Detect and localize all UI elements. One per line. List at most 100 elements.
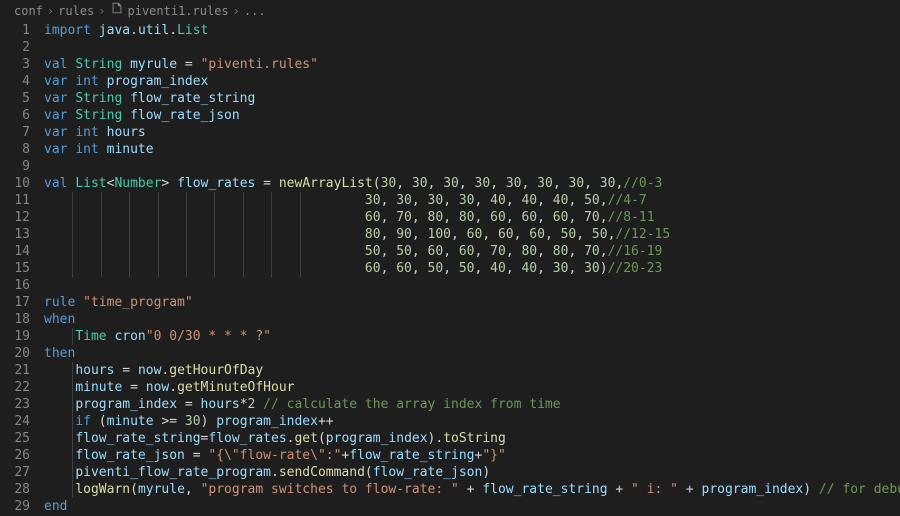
code-line[interactable]: var int program_index bbox=[44, 73, 900, 90]
line-number: 27 bbox=[0, 464, 30, 481]
token-fn: get bbox=[294, 431, 317, 446]
token-punc: , bbox=[537, 261, 553, 276]
code-line[interactable] bbox=[44, 277, 900, 294]
token-kw: val bbox=[44, 176, 67, 191]
indent-guide bbox=[129, 260, 130, 277]
token-ident: minute bbox=[75, 380, 122, 395]
indent-guide bbox=[186, 209, 187, 226]
breadcrumb-part[interactable]: rules bbox=[58, 0, 94, 22]
code-line[interactable]: program_index = hours*2 // calculate the… bbox=[44, 396, 900, 413]
indent-guide bbox=[72, 413, 73, 430]
token-num: 30 bbox=[185, 414, 201, 429]
token-punc bbox=[44, 397, 75, 412]
token-punc: , bbox=[412, 210, 428, 225]
code-line[interactable]: Time cron"0 0/30 * * * ?" bbox=[44, 328, 900, 345]
token-punc bbox=[44, 363, 75, 378]
token-num: 50 bbox=[459, 261, 475, 276]
code-line[interactable]: when bbox=[44, 311, 900, 328]
code-line[interactable]: logWarn(myrule, "program switches to flo… bbox=[44, 481, 900, 498]
code-line[interactable]: import java.util.List bbox=[44, 22, 900, 39]
token-num: 30 bbox=[537, 176, 553, 191]
code-line[interactable] bbox=[44, 39, 900, 56]
token-punc: , bbox=[490, 176, 506, 191]
token-punc: , bbox=[475, 193, 491, 208]
line-number: 21 bbox=[0, 362, 30, 379]
token-str: "{\"flow-rate\":" bbox=[208, 448, 341, 463]
line-number: 16 bbox=[0, 277, 30, 294]
code-line[interactable]: var int minute bbox=[44, 141, 900, 158]
indent-guide bbox=[72, 396, 73, 413]
code-line[interactable]: 30, 30, 30, 30, 40, 40, 40, 50,//4-7 bbox=[44, 192, 900, 209]
code-line[interactable]: val String myrule = "piventi.rules" bbox=[44, 56, 900, 73]
token-ident: flow_rate_json bbox=[75, 448, 185, 463]
token-kw: var bbox=[44, 91, 67, 106]
token-num: 30 bbox=[553, 261, 569, 276]
token-ident: hours bbox=[201, 397, 240, 412]
code-line[interactable]: then bbox=[44, 345, 900, 362]
token-punc: , bbox=[443, 261, 459, 276]
token-num: 100 bbox=[428, 227, 451, 242]
code-area[interactable]: import java.util.List val String myrule =… bbox=[44, 22, 900, 516]
indent-guide bbox=[72, 481, 73, 498]
token-num: 50 bbox=[592, 227, 608, 242]
token-punc: >= bbox=[154, 414, 185, 429]
token-num: 60 bbox=[521, 210, 537, 225]
token-num: 60 bbox=[467, 227, 483, 242]
code-line[interactable]: 50, 50, 60, 60, 70, 80, 80, 70,//16-19 bbox=[44, 243, 900, 260]
token-punc: , bbox=[381, 244, 397, 259]
breadcrumb-separator: › bbox=[233, 0, 240, 22]
code-line[interactable]: var String flow_rate_string bbox=[44, 90, 900, 107]
breadcrumb-part[interactable]: conf bbox=[14, 0, 43, 22]
line-number: 9 bbox=[0, 158, 30, 175]
code-line[interactable]: var String flow_rate_json bbox=[44, 107, 900, 124]
token-kw: int bbox=[75, 125, 98, 140]
code-line[interactable]: minute = now.getMinuteOfHour bbox=[44, 379, 900, 396]
line-number: 3 bbox=[0, 56, 30, 73]
indent-guide bbox=[72, 464, 73, 481]
line-number: 24 bbox=[0, 413, 30, 430]
indent-guide bbox=[101, 243, 102, 260]
token-punc: , bbox=[459, 176, 475, 191]
indent-guide bbox=[214, 209, 215, 226]
token-punc: , bbox=[522, 176, 538, 191]
code-editor[interactable]: 1234567891011121314151617181920212223242… bbox=[0, 22, 900, 516]
code-line[interactable]: 80, 90, 100, 60, 60, 60, 50, 50,//12-15 bbox=[44, 226, 900, 243]
token-ident: program_index bbox=[107, 74, 209, 89]
code-line[interactable] bbox=[44, 158, 900, 175]
indent-guide bbox=[101, 260, 102, 277]
code-line[interactable]: flow_rate_json = "{\"flow-rate\":"+flow_… bbox=[44, 447, 900, 464]
token-num: 80 bbox=[459, 210, 475, 225]
token-punc: + bbox=[678, 482, 701, 497]
breadcrumb[interactable]: conf › rules › piventi1.rules › ... bbox=[0, 0, 900, 22]
code-line[interactable]: flow_rate_string=flow_rates.get(program_… bbox=[44, 430, 900, 447]
token-kw: int bbox=[75, 74, 98, 89]
code-line[interactable]: rule "time_program" bbox=[44, 294, 900, 311]
indent-guide bbox=[271, 192, 272, 209]
code-line[interactable]: end bbox=[44, 498, 900, 515]
token-type: List bbox=[75, 176, 106, 191]
indent-guide bbox=[186, 226, 187, 243]
code-line[interactable]: 60, 70, 80, 80, 60, 60, 60, 70,//8-11 bbox=[44, 209, 900, 226]
code-line[interactable]: var int hours bbox=[44, 124, 900, 141]
token-punc bbox=[44, 482, 75, 497]
token-num: 70 bbox=[396, 210, 412, 225]
indent-guide bbox=[129, 226, 130, 243]
code-line[interactable]: hours = now.getHourOfDay bbox=[44, 362, 900, 379]
token-num: 40 bbox=[490, 261, 506, 276]
token-punc: , bbox=[600, 193, 608, 208]
breadcrumb-separator: › bbox=[98, 0, 105, 22]
code-line[interactable]: 60, 60, 50, 50, 40, 40, 30, 30)//20-23 bbox=[44, 260, 900, 277]
token-punc: , bbox=[381, 193, 397, 208]
code-line[interactable]: piventi_flow_rate_program.sendCommand(fl… bbox=[44, 464, 900, 481]
token-kw: if bbox=[75, 414, 91, 429]
line-number: 4 bbox=[0, 73, 30, 90]
code-line[interactable]: if (minute >= 30) program_index++ bbox=[44, 413, 900, 430]
token-punc: , bbox=[475, 244, 491, 259]
code-line[interactable]: val List<Number> flow_rates = newArrayLi… bbox=[44, 175, 900, 192]
breadcrumb-part[interactable]: piventi1.rules bbox=[128, 0, 229, 22]
token-fn: getMinuteOfHour bbox=[177, 380, 294, 395]
indent-guide bbox=[72, 226, 73, 243]
line-number: 23 bbox=[0, 396, 30, 413]
token-num: 30 bbox=[381, 176, 397, 191]
breadcrumb-part[interactable]: ... bbox=[244, 0, 266, 22]
